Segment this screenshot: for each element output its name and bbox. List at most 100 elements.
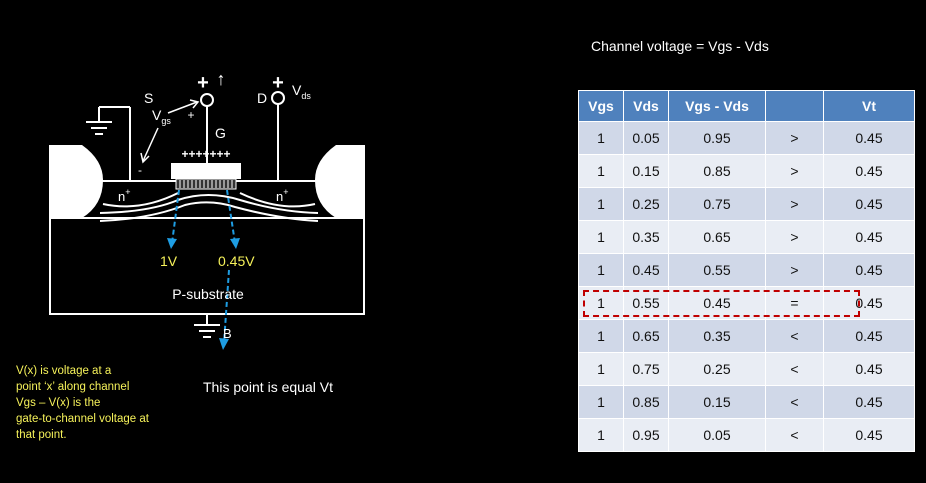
vgs-cell: 1 — [578, 220, 624, 254]
source-ground-icon — [86, 121, 112, 135]
vgs-cell: 1 — [578, 187, 624, 221]
vds-cell: 0.55 — [623, 286, 669, 320]
vds-cell: 0.65 — [623, 319, 669, 353]
voltage-045v: 0.45V — [218, 253, 255, 269]
difference-cell: 0.65 — [668, 220, 766, 254]
vt-cell: 0.45 — [823, 121, 915, 155]
comparison-cell: < — [765, 319, 824, 353]
note-line: point ‘x’ along channel — [16, 381, 130, 393]
drain-plus: + — [272, 72, 284, 94]
vgs-minus: - — [138, 163, 142, 177]
table-row: 1 0.95 0.05 <0.45 — [578, 418, 915, 452]
vgs-cell: 1 — [578, 154, 624, 188]
vt-cell: 0.45 — [823, 418, 915, 452]
comparison-cell: > — [765, 187, 824, 221]
vt-cell: 0.45 — [823, 352, 915, 386]
gate-electrode — [171, 163, 241, 179]
table-row: 1 0.65 0.35 <0.45 — [578, 319, 915, 353]
header-vds: Vds — [623, 90, 669, 122]
point-label: This point is equal Vt — [203, 379, 333, 395]
table-row: 1 0.35 0.65 >0.45 — [578, 220, 915, 254]
note-line: that point. — [16, 429, 67, 441]
gate-label: G — [215, 125, 226, 141]
difference-cell: 0.75 — [668, 187, 766, 221]
right-contact-blob — [315, 145, 364, 218]
comparison-cell: < — [765, 385, 824, 419]
vds-cell: 0.05 — [623, 121, 669, 155]
bulk-ground-icon — [194, 324, 220, 338]
difference-cell: 0.55 — [668, 253, 766, 287]
table-row: 1 0.85 0.15 <0.45 — [578, 385, 915, 419]
vt-cell: 0.45 — [823, 385, 915, 419]
table-row: 1 0.45 0.55 >0.45 — [578, 253, 915, 287]
vt-cell: 0.45 — [823, 187, 915, 221]
difference-cell: 0.45 — [668, 286, 766, 320]
drain-label: D — [257, 90, 267, 106]
table-body: 1 0.05 0.95 >0.45 1 0.15 0.85 >0.45 1 0.25 0.75 >0.… — [578, 121, 915, 452]
difference-cell: 0.85 — [668, 154, 766, 188]
vgs-cell: 1 — [578, 286, 624, 320]
vds-cell: 0.45 — [623, 253, 669, 287]
difference-cell: 0.35 — [668, 319, 766, 353]
comparison-cell: > — [765, 154, 824, 188]
source-label: S — [144, 90, 153, 106]
vgs-cell: 1 — [578, 352, 624, 386]
vgs-plus: + — [187, 108, 194, 122]
vgs-cell: 1 — [578, 253, 624, 287]
channel-voltage-heading: Channel voltage = Vgs - Vds — [591, 38, 769, 54]
vgs-cell: 1 — [578, 319, 624, 353]
n-right-label: n+ — [276, 187, 289, 204]
left-contact-blob — [50, 145, 103, 218]
substrate-label: P-substrate — [172, 286, 244, 302]
difference-cell: 0.15 — [668, 385, 766, 419]
gate-up-arrow: ↑ — [217, 69, 226, 89]
vds-label: Vds — [292, 82, 311, 101]
gate-terminal — [200, 93, 214, 107]
comparison-cell: > — [765, 220, 824, 254]
vds-cell: 0.35 — [623, 220, 669, 254]
note-line: V(x) is voltage at a — [16, 365, 112, 377]
vgs-cell: 1 — [578, 385, 624, 419]
comparison-cell: = — [765, 286, 824, 320]
n-left-label: n+ — [118, 187, 131, 204]
table-row: 1 0.55 0.45 = 0.45 — [578, 286, 915, 320]
vgs-cell: 1 — [578, 418, 624, 452]
channel-upper — [99, 194, 319, 214]
voltage-table: Vgs Vds Vgs - Vds Vt 1 0.05 0.95 >0.45 1 0.15… — [578, 90, 915, 452]
comparison-cell: > — [765, 121, 824, 155]
table-header-row: Vgs Vds Vgs - Vds Vt — [578, 90, 915, 122]
vt-cell: 0.45 — [823, 319, 915, 353]
comparison-cell: > — [765, 253, 824, 287]
table-row: 1 0.15 0.85 >0.45 — [578, 154, 915, 188]
table-row: 1 0.75 0.25 <0.45 — [578, 352, 915, 386]
vds-cell: 0.85 — [623, 385, 669, 419]
header-vgs-minus-vds: Vgs - Vds — [668, 90, 766, 122]
vds-cell: 0.95 — [623, 418, 669, 452]
gate-oxide — [175, 178, 237, 190]
note-line: gate-to-channel voltage at — [16, 413, 149, 425]
gate-plus: + — [197, 72, 209, 94]
difference-cell: 0.95 — [668, 121, 766, 155]
voltage-note: V(x) is voltage at a point ‘x’ along cha… — [16, 363, 186, 443]
vgs-cell: 1 — [578, 121, 624, 155]
table-row: 1 0.05 0.95 >0.45 — [578, 121, 915, 155]
vds-cell: 0.75 — [623, 352, 669, 386]
vt-cell: 0.45 — [823, 220, 915, 254]
vds-cell: 0.25 — [623, 187, 669, 221]
vt-cell: 0.45 — [823, 154, 915, 188]
table-row: 1 0.25 0.75 >0.45 — [578, 187, 915, 221]
comparison-cell: < — [765, 418, 824, 452]
header-comparison — [765, 90, 824, 122]
vt-cell: 0.45 — [823, 253, 915, 287]
header-vt: Vt — [823, 90, 915, 122]
vt-cell: 0.45 — [823, 286, 915, 320]
comparison-cell: < — [765, 352, 824, 386]
header-vgs: Vgs — [578, 90, 624, 122]
bulk-label: B — [223, 326, 232, 341]
vds-cell: 0.15 — [623, 154, 669, 188]
difference-cell: 0.25 — [668, 352, 766, 386]
note-line: Vgs – V(x) is the — [16, 397, 101, 409]
difference-cell: 0.05 — [668, 418, 766, 452]
vgs-label: Vgs — [152, 107, 171, 126]
voltage-1v: 1V — [160, 253, 178, 269]
